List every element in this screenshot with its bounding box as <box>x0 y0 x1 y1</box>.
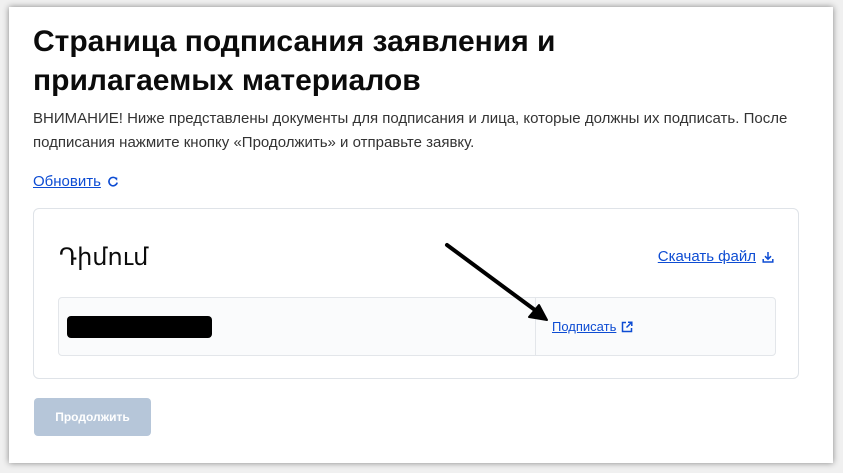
notice-text: ВНИМАНИЕ! Ниже представлены документы дл… <box>33 110 788 151</box>
sign-link[interactable]: Подписать <box>552 318 633 336</box>
document-card: Դիմում Скачать файл Подписать <box>33 208 799 379</box>
page-title: Страница подписания заявления и прилагае… <box>33 25 556 97</box>
download-file-link[interactable]: Скачать файл <box>658 247 774 267</box>
download-icon <box>762 251 774 263</box>
refresh-link-label: Обновить <box>33 173 101 190</box>
browser-window: Страница подписания заявления и прилагае… <box>9 7 833 463</box>
sign-link-label: Подписать <box>552 319 617 334</box>
download-file-label: Скачать файл <box>657 248 756 265</box>
continue-button[interactable]: Продолжить <box>34 398 151 436</box>
document-title: Դիմում <box>59 244 149 271</box>
refresh-link[interactable]: Обновить <box>33 172 119 192</box>
signer-row: Подписать <box>58 297 776 356</box>
row-divider <box>535 298 536 355</box>
refresh-icon <box>107 176 119 188</box>
external-link-icon <box>621 321 633 333</box>
signer-name-redacted <box>67 316 212 338</box>
